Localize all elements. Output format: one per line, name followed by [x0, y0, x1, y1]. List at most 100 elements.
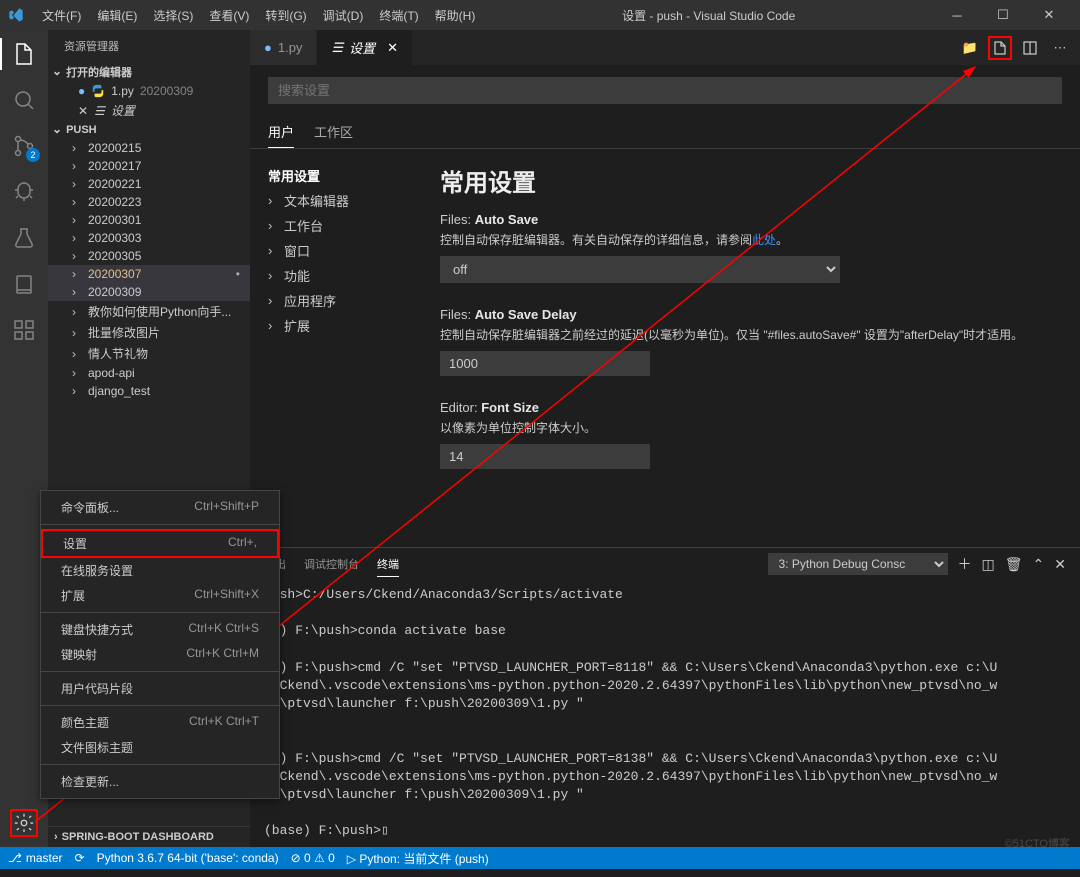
nav-common[interactable]: 常用设置 — [268, 163, 420, 188]
ctx-键映射[interactable]: 键映射Ctrl+K Ctrl+M — [41, 642, 279, 667]
folder-item[interactable]: ›20200223 — [48, 193, 250, 211]
folder-item[interactable]: ›20200221 — [48, 175, 250, 193]
editor-tabs: ●1.py ☰设置✕ 📁 ⋯ — [250, 30, 1080, 65]
settings-heading: 常用设置 — [440, 163, 1060, 198]
menu-debug[interactable]: 调试(D) — [315, 4, 372, 27]
status-python[interactable]: Python 3.6.7 64-bit ('base': conda) — [97, 851, 279, 865]
scope-user[interactable]: 用户 — [268, 116, 294, 148]
autosave-select[interactable]: off — [440, 256, 840, 283]
new-terminal-icon[interactable]: ＋ — [958, 554, 972, 574]
autosave-link[interactable]: 此处 — [752, 233, 776, 247]
ctx-在线服务设置[interactable]: 在线服务设置 — [41, 558, 279, 583]
search-input[interactable] — [268, 77, 1062, 104]
nav-extensions[interactable]: ›扩展 — [268, 313, 420, 338]
autosave-delay-input[interactable] — [440, 351, 650, 376]
terminal-output[interactable]: push>C:/Users/Ckend/Anaconda3/Scripts/ac… — [250, 580, 1080, 847]
kill-terminal-icon[interactable]: 🗑 — [1005, 556, 1023, 573]
title-bar: 文件(F) 编辑(E) 选择(S) 查看(V) 转到(G) 调试(D) 终端(T… — [0, 0, 1080, 30]
gear-icon[interactable] — [10, 809, 38, 837]
close-tab-icon[interactable]: ✕ — [387, 40, 398, 56]
status-problems[interactable]: ⊘ 0 ⚠ 0 — [291, 851, 335, 865]
close-editor-icon[interactable]: ✕ — [78, 104, 88, 118]
tab-settings[interactable]: ☰设置✕ — [317, 30, 413, 65]
panel-tab-debug[interactable]: 调试控制台 — [304, 552, 359, 576]
split-terminal-icon[interactable]: ◫ — [982, 556, 995, 573]
nav-text-editor[interactable]: ›文本编辑器 — [268, 188, 420, 213]
open-editors-header[interactable]: 打开的编辑器 — [48, 62, 250, 82]
folder-item[interactable]: ›教你如何使用Python向手... — [48, 301, 250, 322]
nav-workbench[interactable]: ›工作台 — [268, 213, 420, 238]
nav-window[interactable]: ›窗口 — [268, 238, 420, 263]
explorer-icon[interactable] — [10, 40, 38, 68]
menu-file[interactable]: 文件(F) — [34, 4, 89, 27]
folder-item[interactable]: ›20200307 — [48, 265, 250, 283]
status-debug[interactable]: ▷ Python: 当前文件 (push) — [347, 850, 489, 867]
tab-1py[interactable]: ●1.py — [250, 30, 317, 65]
folder-item[interactable]: ›20200305 — [48, 247, 250, 265]
ctx-命令面板...[interactable]: 命令面板...Ctrl+Shift+P — [41, 495, 279, 520]
menu-edit[interactable]: 编辑(E) — [89, 4, 145, 27]
nav-features[interactable]: ›功能 — [268, 263, 420, 288]
ctx-颜色主题[interactable]: 颜色主题Ctrl+K Ctrl+T — [41, 710, 279, 735]
ctx-键盘快捷方式[interactable]: 键盘快捷方式Ctrl+K Ctrl+S — [41, 617, 279, 642]
folder-item[interactable]: ›批量修改图片 — [48, 322, 250, 343]
setting-autosave: Files: Auto Save 控制自动保存脏编辑器。有关自动保存的详细信息，… — [440, 212, 1060, 283]
scm-icon[interactable]: 2 — [10, 132, 38, 160]
settings-content: 常用设置 Files: Auto Save 控制自动保存脏编辑器。有关自动保存的… — [420, 149, 1080, 547]
python-file-icon — [91, 84, 105, 98]
scm-badge: 2 — [26, 148, 40, 162]
close-button[interactable]: ✕ — [1026, 0, 1072, 30]
tab-actions: 📁 ⋯ — [958, 30, 1080, 65]
status-bar: ⎇ master ⟳ Python 3.6.7 64-bit ('base': … — [0, 847, 1080, 869]
open-editor-1[interactable]: ● 1.py 20200309 — [48, 82, 250, 100]
folder-item[interactable]: ›20200303 — [48, 229, 250, 247]
nav-apps[interactable]: ›应用程序 — [268, 288, 420, 313]
split-editor-icon[interactable] — [1018, 36, 1042, 60]
ctx-设置[interactable]: 设置Ctrl+, — [41, 529, 279, 558]
menu-go[interactable]: 转到(G) — [257, 4, 314, 27]
menu-terminal[interactable]: 终端(T) — [371, 4, 426, 27]
panel-tab-terminal[interactable]: 终端 — [377, 552, 399, 577]
open-editor-2[interactable]: ✕ ☰ 设置 — [48, 100, 250, 121]
menu-selection[interactable]: 选择(S) — [145, 4, 201, 27]
open-editor-filename: 设置 — [111, 102, 135, 119]
extensions-icon[interactable] — [10, 316, 38, 344]
folder-item[interactable]: ›情人节礼物 — [48, 343, 250, 364]
panel: 输出 调试控制台 终端 3: Python Debug Consc ＋ ◫ 🗑 … — [250, 547, 1080, 847]
maximize-button[interactable]: ☐ — [980, 0, 1026, 30]
search-icon[interactable] — [10, 86, 38, 114]
menu-view[interactable]: 查看(V) — [201, 4, 257, 27]
minimize-button[interactable]: ─ — [934, 0, 980, 30]
scope-workspace[interactable]: 工作区 — [314, 116, 353, 148]
test-icon[interactable] — [10, 224, 38, 252]
ctx-扩展[interactable]: 扩展Ctrl+Shift+X — [41, 583, 279, 608]
folder-item[interactable]: ›20200215 — [48, 139, 250, 157]
status-branch[interactable]: ⎇ master — [8, 851, 63, 865]
folder-item[interactable]: ›20200217 — [48, 157, 250, 175]
open-folder-icon[interactable]: 📁 — [958, 36, 982, 60]
folder-item[interactable]: ›django_test — [48, 382, 250, 400]
fontsize-input[interactable] — [440, 444, 650, 469]
folder-item[interactable]: ›20200301 — [48, 211, 250, 229]
spring-boot-dashboard-header[interactable]: SPRING-BOOT DASHBOARD — [48, 826, 250, 847]
more-actions-icon[interactable]: ⋯ — [1048, 36, 1072, 60]
workspace-header[interactable]: PUSH — [48, 121, 250, 139]
terminal-dropdown[interactable]: 3: Python Debug Consc — [768, 553, 948, 575]
folder-item[interactable]: ›apod-api — [48, 364, 250, 382]
menu-help[interactable]: 帮助(H) — [427, 4, 484, 27]
ctx-文件图标主题[interactable]: 文件图标主题 — [41, 735, 279, 760]
menu-bar: 文件(F) 编辑(E) 选择(S) 查看(V) 转到(G) 调试(D) 终端(T… — [34, 4, 483, 27]
gear-context-menu: 命令面板...Ctrl+Shift+P 设置Ctrl+,在线服务设置扩展Ctrl+… — [40, 490, 280, 799]
vscode-logo-icon — [8, 7, 24, 23]
open-settings-json-icon[interactable] — [988, 36, 1012, 60]
close-panel-icon[interactable]: ✕ — [1054, 556, 1066, 573]
status-sync[interactable]: ⟳ — [75, 851, 85, 865]
editor-area: ●1.py ☰设置✕ 📁 ⋯ 用户 工作区 常用设置 ›文本编辑器 › — [250, 30, 1080, 847]
ctx-检查更新...[interactable]: 检查更新... — [41, 769, 279, 794]
book-icon[interactable] — [10, 270, 38, 298]
settings-editor: 用户 工作区 常用设置 ›文本编辑器 ›工作台 ›窗口 ›功能 ›应用程序 ›扩… — [250, 65, 1080, 547]
debug-icon[interactable] — [10, 178, 38, 206]
maximize-panel-icon[interactable]: ⌃ — [1033, 556, 1045, 573]
folder-item[interactable]: ›20200309 — [48, 283, 250, 301]
ctx-用户代码片段[interactable]: 用户代码片段 — [41, 676, 279, 701]
